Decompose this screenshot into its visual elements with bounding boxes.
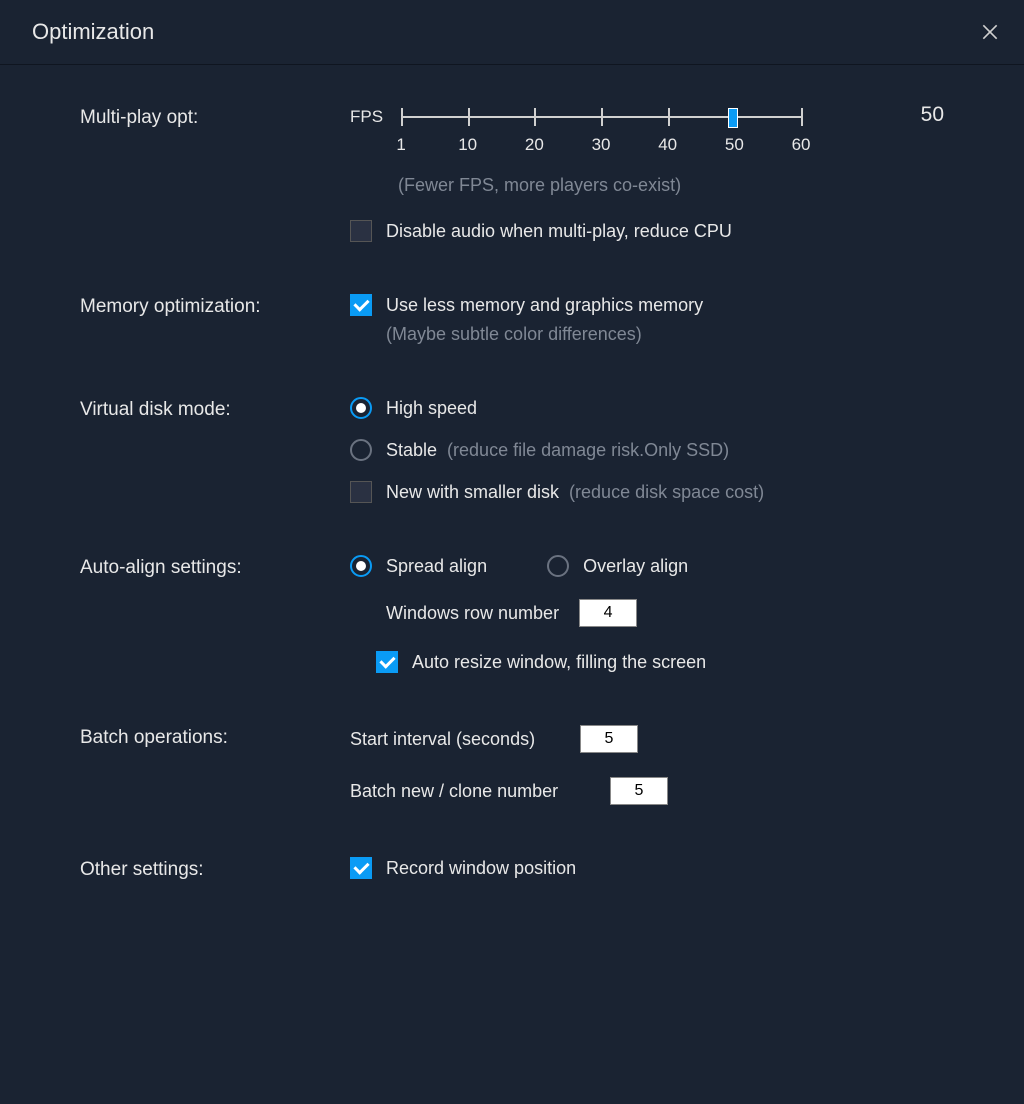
record-position-label: Record window position: [386, 858, 576, 879]
disable-audio-label: Disable audio when multi-play, reduce CP…: [386, 221, 732, 242]
memory-hint: (Maybe subtle color differences): [386, 324, 944, 345]
overlay-align-label: Overlay align: [583, 556, 688, 577]
disable-audio-checkbox[interactable]: [350, 220, 372, 242]
virtual-disk-label: Virtual disk mode:: [80, 397, 350, 503]
spread-align-radio[interactable]: [350, 555, 372, 577]
record-position-checkbox[interactable]: [350, 857, 372, 879]
memory-label: Memory optimization:: [80, 294, 350, 345]
auto-resize-checkbox[interactable]: [376, 651, 398, 673]
row-number-label: Windows row number: [386, 603, 559, 624]
titlebar: Optimization: [0, 0, 1024, 65]
high-speed-radio[interactable]: [350, 397, 372, 419]
stable-hint: (reduce file damage risk.Only SSD): [447, 440, 729, 461]
content: Multi-play opt: FPS: [0, 65, 1024, 973]
close-button[interactable]: [976, 18, 1004, 46]
overlay-align-radio[interactable]: [547, 555, 569, 577]
fps-slider[interactable]: [401, 105, 801, 129]
auto-resize-label: Auto resize window, filling the screen: [412, 652, 706, 673]
start-interval-label: Start interval (seconds): [350, 729, 560, 750]
fps-hint: (Fewer FPS, more players co-exist): [398, 175, 944, 196]
stable-label: Stable: [386, 440, 437, 461]
other-section: Other settings: Record window position: [80, 857, 944, 881]
use-less-memory-label: Use less memory and graphics memory: [386, 295, 703, 316]
spread-align-label: Spread align: [386, 556, 487, 577]
multi-play-section: Multi-play opt: FPS: [80, 105, 944, 242]
batch-section: Batch operations: Start interval (second…: [80, 725, 944, 805]
optimization-window: Optimization Multi-play opt: FPS: [0, 0, 1024, 1104]
clone-number-input[interactable]: [610, 777, 668, 805]
stable-radio[interactable]: [350, 439, 372, 461]
fps-slider-thumb[interactable]: [728, 108, 738, 128]
smaller-disk-label: New with smaller disk: [386, 482, 559, 503]
smaller-disk-checkbox[interactable]: [350, 481, 372, 503]
high-speed-label: High speed: [386, 398, 477, 419]
auto-align-label: Auto-align settings:: [80, 555, 350, 673]
memory-section: Memory optimization: Use less memory and…: [80, 294, 944, 345]
clone-number-label: Batch new / clone number: [350, 781, 590, 802]
use-less-memory-checkbox[interactable]: [350, 294, 372, 316]
row-number-input[interactable]: [579, 599, 637, 627]
smaller-disk-hint: (reduce disk space cost): [569, 482, 764, 503]
start-interval-input[interactable]: [580, 725, 638, 753]
multi-play-label: Multi-play opt:: [80, 105, 350, 242]
close-icon: [980, 22, 1000, 42]
virtual-disk-section: Virtual disk mode: High speed Stable (re…: [80, 397, 944, 503]
fps-label: FPS: [350, 107, 383, 127]
fps-value: 50: [921, 103, 944, 127]
auto-align-section: Auto-align settings: Spread align Overla…: [80, 555, 944, 673]
other-label: Other settings:: [80, 857, 350, 881]
batch-label: Batch operations:: [80, 725, 350, 805]
window-title: Optimization: [32, 19, 154, 45]
